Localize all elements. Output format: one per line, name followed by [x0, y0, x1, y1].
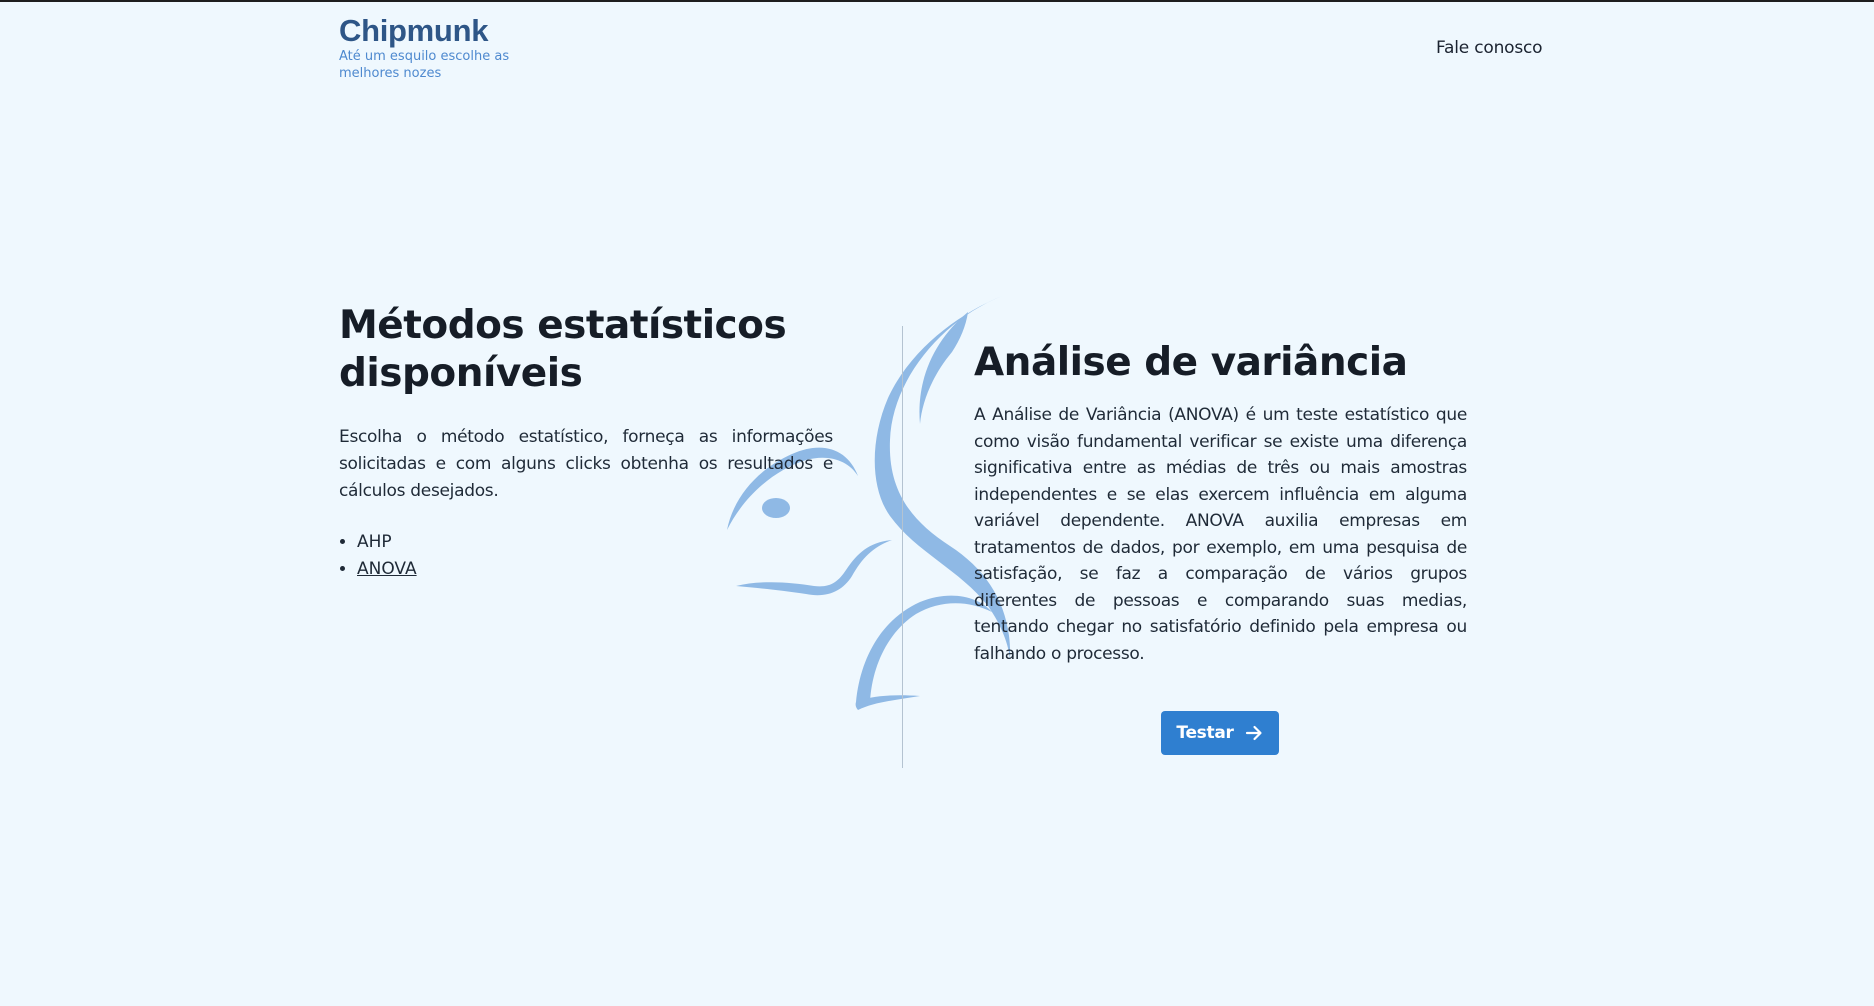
methods-description: Escolha o método estatístico, forneça as… [339, 427, 833, 501]
method-detail-section: Análise de variância A Análise de Variân… [974, 338, 1467, 667]
list-item: AHP [357, 529, 833, 556]
logo[interactable]: Chipmunk Até um esquilo escolhe as melho… [339, 14, 519, 82]
method-link-anova[interactable]: ANOVA [357, 559, 417, 579]
methods-list: AHP ANOVA [339, 529, 833, 583]
vertical-divider [902, 326, 903, 768]
detail-title: Análise de variância [974, 340, 1408, 385]
list-item: ANOVA [357, 556, 833, 583]
logo-title: Chipmunk [339, 13, 489, 48]
test-button[interactable]: Testar [1161, 711, 1279, 755]
logo-tagline: Até um esquilo escolhe as melhores nozes [339, 49, 510, 81]
methods-section: Métodos estatísticos disponíveis Escolha… [339, 302, 833, 583]
methods-title: Métodos estatísticos disponíveis [339, 303, 787, 396]
arrow-right-icon [1245, 725, 1262, 741]
site-header: Chipmunk Até um esquilo escolhe as melho… [0, 0, 1874, 90]
detail-description: A Análise de Variância (ANOVA) é um test… [974, 405, 1467, 664]
contact-link[interactable]: Fale conosco [1436, 36, 1543, 60]
test-button-label: Testar [1176, 723, 1234, 743]
method-link-ahp[interactable]: AHP [357, 532, 392, 552]
